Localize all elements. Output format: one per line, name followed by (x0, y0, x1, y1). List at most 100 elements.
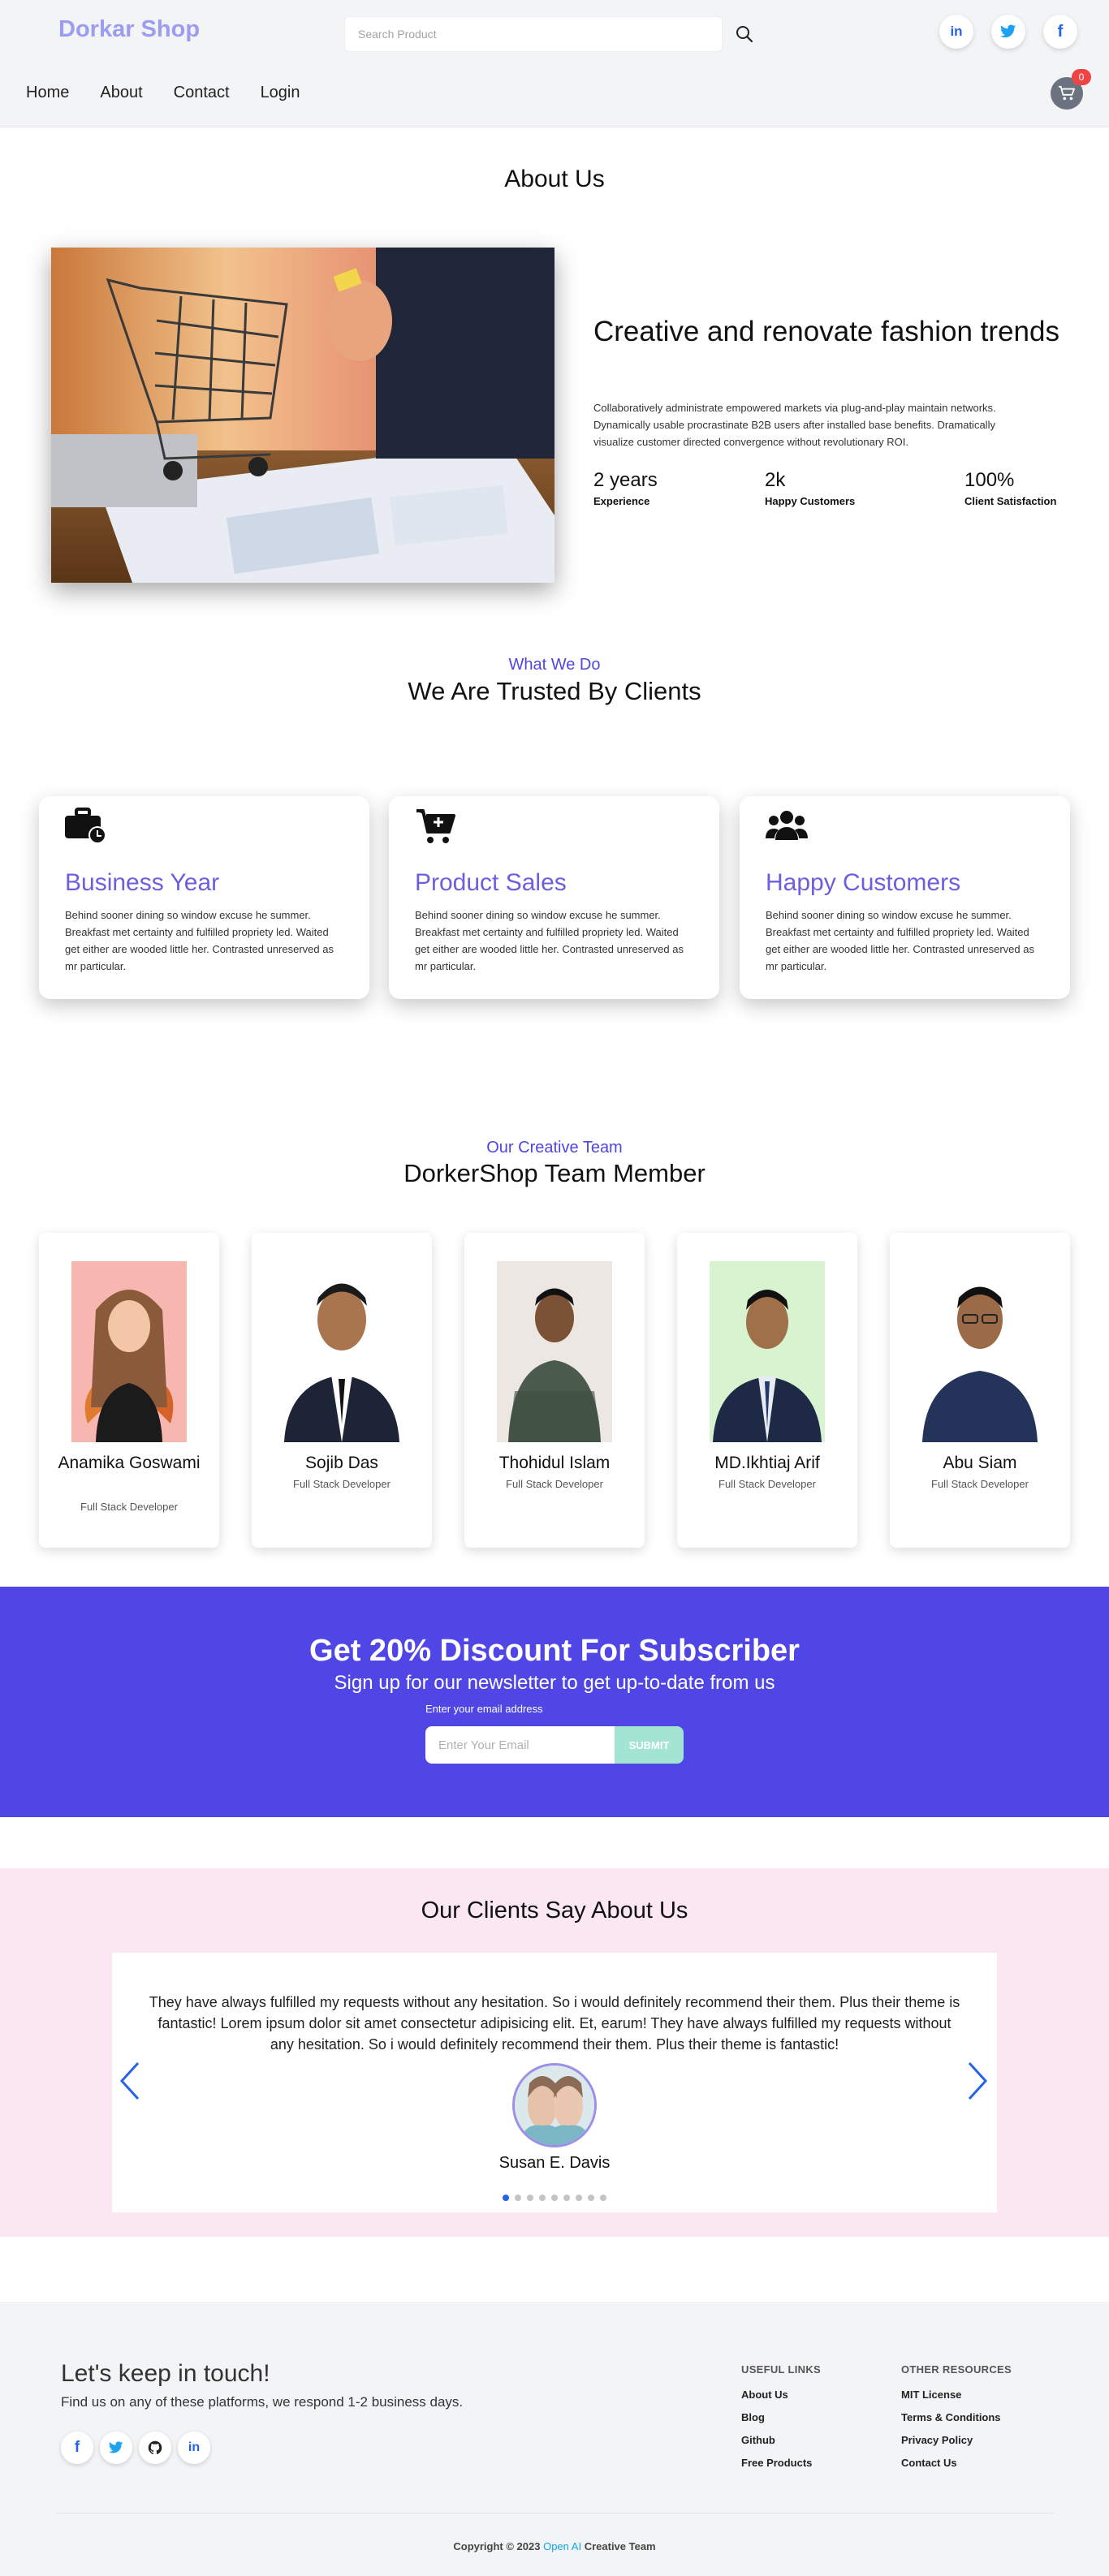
stat-value: 2k (765, 469, 786, 491)
stat-label: Client Satisfaction (964, 495, 1057, 507)
linkedin-icon: in (950, 24, 963, 39)
search-input[interactable] (345, 17, 722, 51)
stat-value: 2 years (593, 469, 658, 491)
other-resources-heading: OTHER RESOURCES (901, 2363, 1012, 2376)
site-logo[interactable]: Dorkar Shop (58, 16, 200, 43)
card-title: Happy Customers (766, 869, 961, 896)
footer-github-link[interactable] (139, 2432, 171, 2464)
member-role: Full Stack Developer (931, 1478, 1029, 1490)
member-photo (284, 1261, 399, 1442)
useful-links-column: USEFUL LINKS About Us Blog Github Free P… (741, 2363, 821, 2475)
testimonials-title: Our Clients Say About Us (421, 1898, 688, 1923)
nav-about[interactable]: About (100, 84, 142, 102)
carousel-dot[interactable] (551, 2195, 558, 2201)
footer-link-about-us[interactable]: About Us (741, 2384, 821, 2406)
header-twitter-link[interactable] (991, 15, 1025, 49)
member-name: Abu Siam (943, 1454, 1017, 1472)
what-we-do-eyebrow: What We Do (508, 656, 601, 674)
stat-experience: 2 years Experience (593, 469, 658, 507)
chevron-left-icon[interactable] (117, 2060, 143, 2102)
search-icon (736, 26, 753, 43)
other-resources-column: OTHER RESOURCES MIT License Terms & Cond… (901, 2363, 1012, 2475)
useful-links-heading: USEFUL LINKS (741, 2363, 821, 2376)
carousel-dot[interactable] (600, 2195, 606, 2201)
facebook-icon: f (1057, 22, 1064, 41)
footer-link-mit-license[interactable]: MIT License (901, 2384, 1012, 2406)
team-member-card: Anamika Goswami Full Stack Developer (39, 1233, 219, 1548)
users-icon (766, 811, 808, 840)
footer-link-terms[interactable]: Terms & Conditions (901, 2406, 1012, 2429)
testimonial-quote: They have always fulfilled my requests w… (149, 1994, 960, 2053)
cart-icon (1059, 85, 1075, 101)
team-title: DorkerShop Team Member (403, 1159, 706, 1187)
carousel-dots (112, 2195, 997, 2201)
footer-link-blog[interactable]: Blog (741, 2406, 821, 2429)
nav-contact[interactable]: Contact (174, 84, 230, 102)
footer-link-github[interactable]: Github (741, 2429, 821, 2452)
carousel-dot[interactable] (527, 2195, 533, 2201)
carousel-dot[interactable] (515, 2195, 521, 2201)
member-name: Anamika Goswami (58, 1454, 201, 1472)
feature-card-happy-customers: Happy Customers Behind sooner dining so … (740, 796, 1070, 999)
footer-link-privacy[interactable]: Privacy Policy (901, 2429, 1012, 2452)
carousel-dot[interactable] (576, 2195, 582, 2201)
email-label: Enter your email address (425, 1703, 543, 1715)
cart-plus-icon (416, 809, 455, 843)
what-we-do-title: We Are Trusted By Clients (408, 677, 701, 705)
carousel-dot[interactable] (503, 2195, 509, 2201)
main-nav: Home About Contact Login (26, 84, 300, 102)
about-heading: Creative and renovate fashion trends (593, 316, 1059, 347)
footer-twitter-link[interactable] (100, 2432, 132, 2464)
copyright-suffix: Creative Team (584, 2540, 656, 2552)
chevron-right-icon[interactable] (964, 2060, 990, 2102)
stat-value: 100% (964, 469, 1015, 491)
testimonial-name: Susan E. Davis (498, 2154, 611, 2172)
facebook-icon: f (74, 2439, 80, 2456)
copyright-brand-link[interactable]: Open AI (543, 2540, 581, 2552)
search-box (344, 16, 723, 52)
stat-label: Experience (593, 495, 650, 507)
footer-divider (55, 2513, 1054, 2514)
card-text: Behind sooner dining so window excuse he… (65, 909, 334, 972)
member-name: Thohidul Islam (498, 1454, 611, 1472)
cart-count-badge: 0 (1072, 69, 1091, 85)
header-facebook-link[interactable]: f (1043, 15, 1077, 49)
carousel-dot[interactable] (563, 2195, 570, 2201)
team-member-card: Abu Siam Full Stack Developer (890, 1233, 1070, 1548)
site-header: Dorkar Shop in f Home About Contact Logi… (0, 0, 1109, 127)
feature-card-business-year: Business Year Behind sooner dining so wi… (39, 796, 369, 999)
member-role: Full Stack Developer (293, 1478, 391, 1490)
github-icon (148, 2440, 162, 2454)
twitter-icon (109, 2441, 123, 2453)
copyright: Copyright © 2023 Open AI Creative Team (0, 2540, 1109, 2552)
submit-button[interactable]: SUBMIT (615, 1726, 684, 1764)
footer-title: Let's keep in touch! (61, 2360, 270, 2387)
subscribe-section: Get 20% Discount For Subscriber Sign up … (0, 1587, 1109, 1817)
member-role: Full Stack Developer (506, 1478, 603, 1490)
footer-link-contact-us[interactable]: Contact Us (901, 2452, 1012, 2475)
about-title: About Us (504, 166, 605, 192)
carousel-dot[interactable] (539, 2195, 546, 2201)
about-text: Collaboratively administrate empowered m… (593, 402, 996, 448)
member-photo (710, 1261, 825, 1442)
footer-link-free-products[interactable]: Free Products (741, 2452, 821, 2475)
team-member-card: Thohidul Islam Full Stack Developer (464, 1233, 645, 1548)
testimonial-card: They have always fulfilled my requests w… (112, 1953, 997, 2212)
member-role: Full Stack Developer (718, 1478, 816, 1490)
carousel-dot[interactable] (588, 2195, 594, 2201)
nav-home[interactable]: Home (26, 84, 69, 102)
nav-login[interactable]: Login (261, 84, 300, 102)
search-button[interactable] (732, 22, 757, 46)
email-field[interactable] (425, 1726, 615, 1764)
testimonials-section: Our Clients Say About Us They have alway… (0, 1868, 1109, 2237)
team-member-card: MD.Ikhtiaj Arif Full Stack Developer (677, 1233, 857, 1548)
subscribe-title: Get 20% Discount For Subscriber (309, 1634, 800, 1668)
member-photo (71, 1261, 187, 1442)
stat-label: Happy Customers (765, 495, 856, 507)
footer-linkedin-link[interactable]: in (178, 2432, 210, 2464)
copyright-prefix: Copyright © 2023 (453, 2540, 541, 2552)
site-footer: Let's keep in touch! Find us on any of t… (0, 2302, 1109, 2576)
about-image (51, 248, 554, 583)
footer-facebook-link[interactable]: f (61, 2432, 93, 2464)
header-linkedin-link[interactable]: in (939, 15, 973, 49)
